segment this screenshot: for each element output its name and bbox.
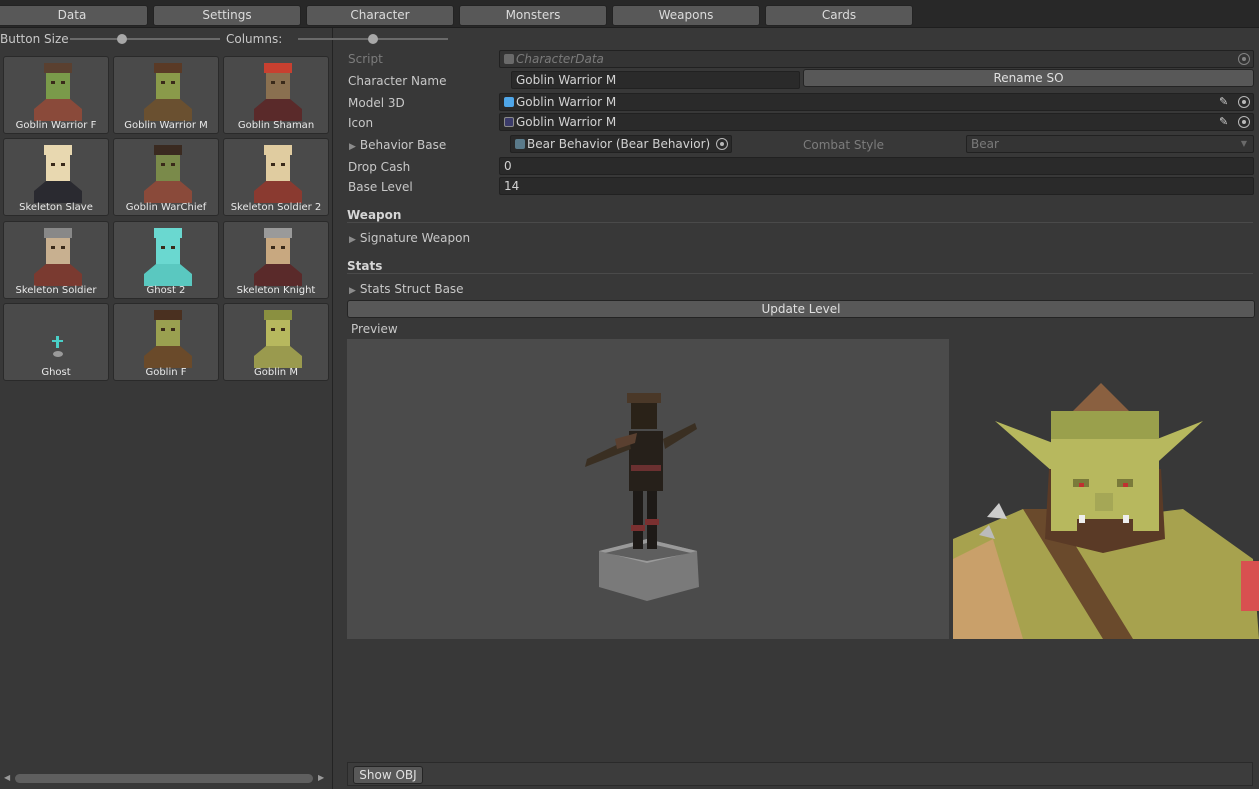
character-grid-item[interactable]: Ghost 2	[113, 221, 219, 299]
character-portrait-icon	[254, 145, 302, 203]
model-picker-icon[interactable]	[1238, 96, 1250, 108]
character-grid-item[interactable]: Goblin F	[113, 303, 219, 381]
tab-cards[interactable]: Cards	[765, 5, 913, 26]
character-grid-item-label: Goblin F	[145, 367, 187, 378]
tab-character[interactable]: Character	[306, 5, 454, 26]
model-3d-label: Model 3D	[348, 96, 405, 110]
character-name-input[interactable]: Goblin Warrior M	[511, 71, 800, 89]
button-size-label: Button Size	[0, 32, 69, 46]
character-grid-item-label: Goblin WarChief	[125, 202, 207, 213]
character-grid-item[interactable]: Skeleton Knight	[223, 221, 329, 299]
character-grid-item-label: Skeleton Slave	[19, 202, 93, 213]
character-grid-item-label: Skeleton Soldier 2	[230, 202, 322, 213]
character-portrait-icon	[254, 63, 302, 121]
base-level-input[interactable]: 14	[499, 177, 1254, 195]
character-list-panel: Button Size Columns: Goblin Warrior F Gob…	[0, 28, 448, 789]
character-grid-item[interactable]: Goblin WarChief	[113, 138, 219, 216]
script-picker-icon	[1238, 53, 1250, 65]
character-grid-item-label: Goblin Warrior M	[124, 120, 208, 131]
weapon-section-header: Weapon	[347, 208, 402, 222]
model-3d-preview[interactable]	[347, 339, 949, 639]
preview-label: Preview	[351, 322, 398, 336]
tab-data[interactable]: Data	[0, 5, 148, 26]
character-name-label: Character Name	[348, 74, 447, 88]
scroll-right-arrow-icon[interactable]: ▶	[318, 773, 324, 782]
drop-cash-input[interactable]: 0	[499, 157, 1254, 175]
character-portrait-icon	[34, 228, 82, 286]
character-portrait-icon	[144, 228, 192, 286]
goblin-icon-render	[953, 383, 1259, 639]
rename-so-button[interactable]: Rename SO	[803, 69, 1254, 87]
character-grid-item[interactable]: Skeleton Slave	[3, 138, 109, 216]
columns-slider-knob[interactable]	[368, 34, 378, 44]
character-portrait-icon	[254, 228, 302, 286]
character-grid-item[interactable]: Skeleton Soldier	[3, 221, 109, 299]
sprite-icon	[504, 117, 514, 127]
icon-preview	[953, 339, 1259, 639]
character-portrait-icon	[34, 145, 82, 203]
character-grid-item-label: Ghost	[41, 367, 71, 378]
character-portrait-icon	[254, 310, 302, 368]
update-level-button[interactable]: Update Level	[347, 300, 1255, 318]
tab-monsters[interactable]: Monsters	[459, 5, 607, 26]
button-size-slider[interactable]	[70, 38, 220, 40]
icon-edit-pencil-icon[interactable]: ✎	[1219, 115, 1228, 128]
character-grid-item-label: Skeleton Knight	[236, 285, 316, 296]
stats-section-header: Stats	[347, 259, 383, 273]
character-portrait-icon	[144, 63, 192, 121]
icon-picker-icon[interactable]	[1238, 116, 1250, 128]
character-grid-item-label: Goblin Warrior F	[15, 120, 97, 131]
scroll-thumb[interactable]	[15, 774, 313, 783]
columns-label: Columns:	[226, 32, 283, 46]
drop-cash-label: Drop Cash	[348, 160, 411, 174]
stats-struct-foldout[interactable]: ▶ Stats Struct Base	[349, 282, 464, 296]
character-grid-item[interactable]: Goblin Warrior F	[3, 56, 109, 134]
base-level-label: Base Level	[348, 180, 413, 194]
behavior-picker-icon[interactable]	[716, 138, 728, 150]
character-grid-item-label: Skeleton Soldier	[15, 285, 97, 296]
top-tab-bar: Data Settings Character Monsters Weapons…	[0, 0, 1259, 28]
stats-divider	[347, 273, 1253, 274]
model-mesh-icon	[504, 97, 514, 107]
character-grid-item-label: Goblin M	[254, 367, 298, 378]
scroll-left-arrow-icon[interactable]: ◀	[4, 773, 10, 782]
character-portrait-icon	[34, 63, 82, 121]
character-grid-item[interactable]: Skeleton Soldier 2	[223, 138, 329, 216]
combat-style-label: Combat Style	[803, 138, 885, 152]
bottom-toolbar	[347, 762, 1253, 786]
character-portrait-icon	[144, 310, 192, 368]
tab-weapons[interactable]: Weapons	[612, 5, 760, 26]
character-grid-item[interactable]: Goblin M	[223, 303, 329, 381]
unity-editor-window: Data Settings Character Monsters Weapons…	[0, 0, 1259, 789]
character-grid-item[interactable]: Goblin Warrior M	[113, 56, 219, 134]
foldout-arrow-icon: ▶	[349, 142, 356, 152]
icon-field[interactable]: Goblin Warrior M	[499, 113, 1254, 131]
weapon-divider	[347, 222, 1253, 223]
horizontal-scrollbar[interactable]: ◀ ▶	[2, 772, 328, 786]
ghost-placeholder-icon	[52, 336, 63, 357]
show-obj-button[interactable]: Show OBJ	[353, 766, 423, 784]
foldout-arrow-icon: ▶	[349, 235, 356, 245]
behavior-base-foldout[interactable]: ▶ Behavior Base	[349, 138, 446, 152]
behavior-script-icon	[515, 139, 525, 149]
combat-style-dropdown: Bear ▼	[966, 135, 1254, 153]
script-field: CharacterData	[499, 50, 1254, 68]
behavior-base-field[interactable]: Bear Behavior (Bear Behavior)	[510, 135, 732, 153]
script-file-icon	[504, 54, 514, 64]
character-grid-item[interactable]: Goblin Shaman	[223, 56, 329, 134]
foldout-arrow-icon: ▶	[349, 286, 356, 296]
character-grid-item-label: Goblin Shaman	[237, 120, 315, 131]
model-3d-field[interactable]: Goblin Warrior M	[499, 93, 1254, 111]
script-label: Script	[348, 52, 383, 66]
chevron-down-icon: ▼	[1240, 139, 1247, 148]
character-grid-item[interactable]: Ghost	[3, 303, 109, 381]
goblin-3d-model-render	[585, 393, 699, 601]
tab-settings[interactable]: Settings	[153, 5, 301, 26]
character-portrait-icon	[144, 145, 192, 203]
model-edit-pencil-icon[interactable]: ✎	[1219, 95, 1228, 108]
icon-label: Icon	[348, 116, 374, 130]
button-size-slider-knob[interactable]	[117, 34, 127, 44]
signature-weapon-foldout[interactable]: ▶ Signature Weapon	[349, 231, 470, 245]
character-grid-item-label: Ghost 2	[146, 285, 186, 296]
